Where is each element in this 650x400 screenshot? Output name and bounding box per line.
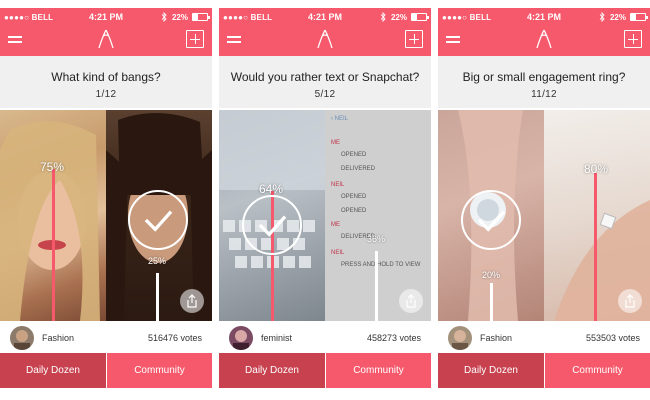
share-icon[interactable] [399, 289, 423, 313]
question-area: What kind of bangs? 1/12 [0, 56, 212, 108]
poll-photos: ‹ NEIL ME OPENED DELIVERED NEIL OPENED O… [219, 110, 431, 321]
status-bar: ●●●●○ BELL 4:21 PM 22% [438, 8, 650, 26]
battery-icon [192, 13, 210, 21]
vote-percent-right: 25% [148, 256, 167, 266]
vote-bar-right [594, 173, 597, 321]
top-bar: ●●●●○ BELL 4:21 PM 22% [219, 8, 431, 56]
battery-icon [630, 13, 648, 21]
status-bar: ●●●●○ BELL 4:21 PM 22% [219, 8, 431, 26]
snap-neil-1: NEIL [331, 182, 345, 188]
tab-community[interactable]: Community [544, 353, 650, 388]
bluetooth-icon [161, 12, 167, 22]
vote-percent-right: 80% [584, 162, 609, 176]
menu-icon[interactable] [8, 34, 22, 44]
check-icon[interactable] [242, 195, 302, 255]
vote-percent-right: 36% [367, 234, 386, 244]
snap-me-1: ME [331, 140, 340, 146]
avatar[interactable] [448, 326, 472, 350]
snap-opened-2: OPENED [341, 194, 367, 200]
category-label[interactable]: Fashion [480, 333, 512, 343]
vote-count: 553503 votes [585, 333, 640, 343]
category-label[interactable]: Fashion [42, 333, 74, 343]
snap-opened-3: OPENED [341, 208, 367, 214]
poll-footer: Fashion 553503 votes [438, 321, 650, 355]
vote-bar-left [490, 283, 493, 321]
status-bar: ●●●●○ BELL 4:21 PM 22% [0, 8, 212, 26]
category-label[interactable]: feminist [261, 333, 292, 343]
snap-back: ‹ NEIL [331, 116, 349, 122]
plus-icon[interactable] [405, 30, 423, 48]
logo-icon[interactable] [96, 28, 116, 50]
vote-percent-left: 75% [40, 160, 65, 174]
bottom-tabs: Daily Dozen Community [0, 353, 212, 388]
vote-count: 458273 votes [366, 333, 421, 343]
battery-level: 22% [390, 13, 407, 22]
tab-daily-dozen[interactable]: Daily Dozen [219, 353, 325, 388]
plus-icon[interactable] [624, 30, 642, 48]
tab-community[interactable]: Community [325, 353, 431, 388]
plus-icon[interactable] [186, 30, 204, 48]
question-text: Would you rather text or Snapchat? [230, 70, 420, 84]
bottom-tabs: Daily Dozen Community [219, 353, 431, 388]
snap-opened-1: OPENED [341, 152, 367, 158]
poll-photos: 75% 25% [0, 110, 212, 321]
bottom-tabs: Daily Dozen Community [438, 353, 650, 388]
tab-community[interactable]: Community [106, 353, 212, 388]
tab-daily-dozen[interactable]: Daily Dozen [0, 353, 106, 388]
vote-percent-left: 20% [482, 270, 501, 280]
screen-2: ●●●●○ BELL 4:21 PM 22% Would you rather … [219, 8, 431, 388]
vote-bar-right [375, 251, 378, 321]
snap-neil-2: NEIL [331, 250, 345, 256]
battery-icon [411, 13, 429, 21]
snap-delivered-1: DELIVERED [341, 166, 376, 172]
vote-bar-right [156, 273, 159, 321]
screen-3: ●●●●○ BELL 4:21 PM 22% Big or small enga… [438, 8, 650, 388]
app-screens: ●●●●○ BELL 4:21 PM 22% What kind of bang… [0, 0, 650, 400]
page-counter: 1/12 [95, 89, 117, 100]
page-counter: 5/12 [314, 89, 336, 100]
bluetooth-icon [380, 12, 386, 22]
avatar[interactable] [229, 326, 253, 350]
check-icon[interactable] [461, 190, 521, 250]
question-area: Big or small engagement ring? 11/12 [438, 56, 650, 108]
menu-icon[interactable] [227, 34, 241, 44]
question-text: What kind of bangs? [51, 70, 161, 84]
screen-1: ●●●●○ BELL 4:21 PM 22% What kind of bang… [0, 8, 212, 388]
tab-daily-dozen[interactable]: Daily Dozen [438, 353, 544, 388]
question-text: Big or small engagement ring? [462, 70, 626, 84]
vote-count: 516476 votes [147, 333, 202, 343]
top-bar: ●●●●○ BELL 4:21 PM 22% [0, 8, 212, 56]
check-icon[interactable] [128, 190, 188, 250]
bluetooth-icon [599, 12, 605, 22]
avatar[interactable] [10, 326, 34, 350]
logo-icon[interactable] [534, 28, 554, 50]
snap-me-2: ME [331, 222, 340, 228]
top-bar: ●●●●○ BELL 4:21 PM 22% [438, 8, 650, 56]
menu-icon[interactable] [446, 34, 460, 44]
vote-percent-left: 64% [259, 182, 284, 196]
battery-level: 22% [171, 13, 188, 22]
poll-footer: feminist 458273 votes [219, 321, 431, 355]
logo-icon[interactable] [315, 28, 335, 50]
vote-bar-left [52, 169, 55, 321]
share-icon[interactable] [618, 289, 642, 313]
poll-footer: Fashion 516476 votes [0, 321, 212, 355]
snap-press: PRESS AND HOLD TO VIEW [341, 262, 421, 268]
share-icon[interactable] [180, 289, 204, 313]
question-area: Would you rather text or Snapchat? 5/12 [219, 56, 431, 108]
poll-photos: 20% 80% [438, 110, 650, 321]
page-counter: 11/12 [531, 89, 557, 100]
battery-level: 22% [609, 13, 626, 22]
